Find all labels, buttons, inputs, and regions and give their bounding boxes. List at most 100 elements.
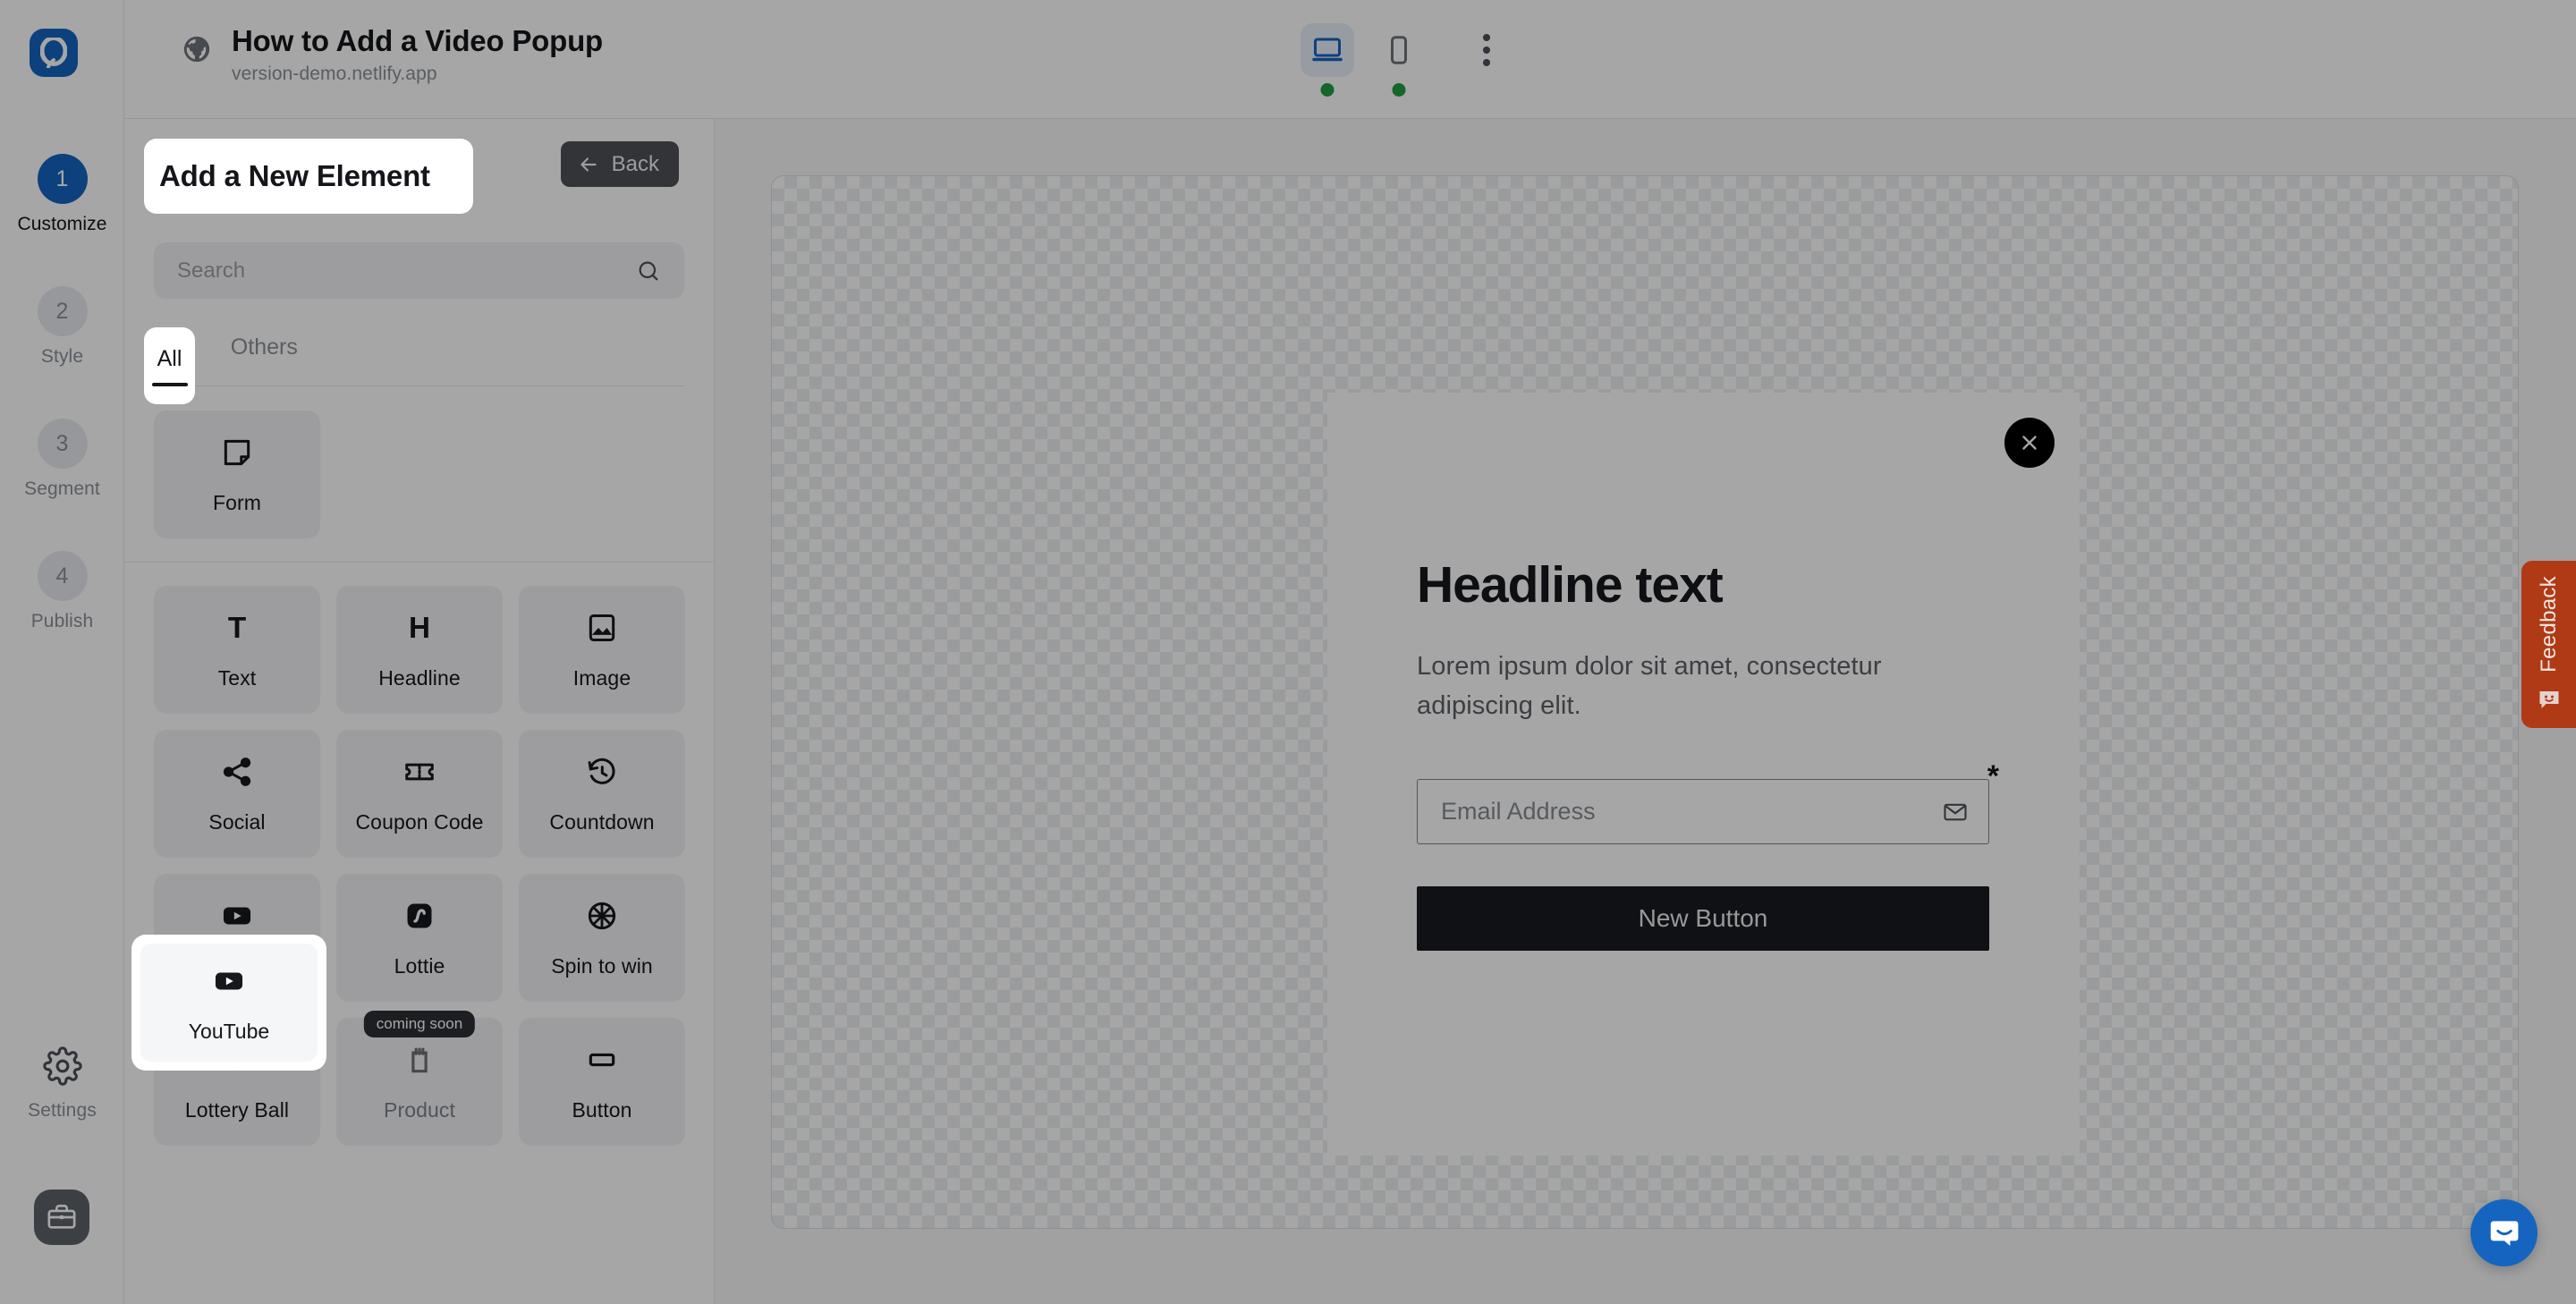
spin-wheel-icon	[585, 897, 619, 935]
popup-body-text[interactable]: Lorem ipsum dolor sit amet, consectetur …	[1417, 647, 1918, 725]
image-picture-icon	[585, 609, 619, 647]
popup-cta-button[interactable]: New Button	[1417, 886, 1989, 951]
element-label-form: Form	[212, 491, 262, 514]
step-label-segment: Segment	[24, 478, 100, 499]
briefcase-icon	[47, 1204, 76, 1229]
smiley-chat-icon	[2539, 691, 2558, 709]
lottie-icon	[402, 897, 436, 935]
email-field[interactable]	[1417, 779, 1989, 844]
kebab-menu-icon	[1483, 34, 1490, 41]
element-label-button: Button	[572, 1098, 632, 1122]
sidebar-step-segment[interactable]: 3 Segment	[0, 419, 124, 500]
envelope-icon	[1944, 803, 1967, 820]
element-cell-lottie[interactable]: Lottie	[336, 874, 503, 1002]
element-cell-spin-to-win[interactable]: Spin to win	[519, 874, 685, 1002]
element-cell-countdown[interactable]: Countdown	[519, 730, 685, 858]
element-section-all: T Text H Headline Image Social Coupon Co…	[124, 562, 715, 1146]
app-root: 1 Customize 2 Style 3 Segment 4 Publish …	[0, 0, 2576, 1304]
element-cell-product[interactable]: coming soon Product	[336, 1011, 503, 1146]
feedback-tab[interactable]: Feedback	[2521, 561, 2576, 728]
popup-close-button[interactable]	[2004, 418, 2055, 468]
text-t-icon: T	[220, 609, 254, 647]
settings-label: Settings	[28, 1100, 97, 1121]
element-label-countdown: Countdown	[549, 810, 655, 834]
top-bar: How to Add a Video Popup version-demo.ne…	[124, 0, 2576, 119]
tab-all[interactable]: All	[154, 329, 200, 378]
element-cell-text[interactable]: T Text	[154, 586, 320, 714]
step-label-customize: Customize	[17, 214, 107, 234]
svg-text:H: H	[409, 612, 430, 645]
project-url: version-demo.netlify.app	[232, 64, 437, 85]
sidebar-step-customize[interactable]: 1 Customize	[0, 154, 124, 235]
device-mobile-status-dot	[1392, 83, 1406, 97]
step-badge-3: 3	[37, 419, 88, 469]
sidebar-step-style[interactable]: 2 Style	[0, 286, 124, 368]
button-rect-icon	[585, 1041, 619, 1079]
more-options-button[interactable]	[1460, 23, 1513, 77]
mobile-phone-icon	[1391, 36, 1407, 64]
element-cell-form[interactable]: Form	[154, 411, 320, 538]
popup-modal[interactable]: Headline text Lorem ipsum dolor sit amet…	[1327, 393, 2080, 1156]
arrow-left-icon	[580, 157, 597, 172]
element-cell-social[interactable]: Social	[154, 730, 320, 858]
element-label-image: Image	[572, 666, 631, 690]
element-label-coupon-code: Coupon Code	[355, 810, 484, 834]
element-label-social: Social	[208, 810, 266, 834]
intercom-chat-button[interactable]	[2470, 1199, 2538, 1266]
app-logo[interactable]	[30, 29, 78, 77]
element-label-spin-to-win: Spin to win	[551, 954, 653, 978]
step-badge-1: 1	[37, 154, 88, 204]
element-cell-coupon-code[interactable]: Coupon Code	[336, 730, 503, 858]
step-label-style: Style	[40, 346, 84, 367]
back-button[interactable]: Back	[560, 141, 679, 187]
coming-soon-badge: coming soon	[363, 1011, 476, 1037]
youtube-play-icon	[220, 897, 254, 935]
svg-text:7: 7	[231, 1059, 235, 1069]
intercom-chat-icon	[2490, 1220, 2518, 1246]
form-note-icon	[220, 434, 254, 471]
email-input[interactable]	[1441, 798, 1942, 826]
sidebar-item-settings[interactable]: Settings	[0, 1046, 124, 1122]
search-icon[interactable]	[636, 258, 661, 284]
svg-text:T: T	[228, 612, 246, 645]
element-label-product: Product	[384, 1098, 455, 1122]
primary-rail: 1 Customize 2 Style 3 Segment 4 Publish …	[0, 0, 124, 1304]
project-info: How to Add a Video Popup version-demo.ne…	[182, 23, 603, 85]
back-button-label: Back	[611, 151, 659, 176]
element-grid-scroll[interactable]: Form T Text H Headline Image Social Coup…	[124, 389, 715, 1304]
gear-icon	[42, 1046, 82, 1090]
globe-icon	[182, 34, 212, 69]
search-input[interactable]	[177, 258, 636, 284]
element-cell-image[interactable]: Image	[519, 586, 685, 714]
tab-others[interactable]: Others	[220, 329, 309, 378]
step-label-publish: Publish	[30, 611, 94, 631]
element-cell-headline[interactable]: H Headline	[336, 586, 503, 714]
clock-history-icon	[585, 753, 619, 791]
element-cell-button[interactable]: Button	[519, 1018, 685, 1146]
ticket-coupon-icon	[402, 753, 436, 791]
sidebar-step-publish[interactable]: 4 Publish	[0, 551, 124, 632]
device-desktop-button[interactable]	[1301, 23, 1354, 97]
element-label-text: Text	[217, 666, 257, 690]
element-label-youtube: YouTube	[196, 954, 278, 978]
element-section-form: Form	[124, 389, 715, 538]
desktop-monitor-icon	[1312, 38, 1343, 62]
device-mobile-button[interactable]	[1372, 23, 1426, 97]
preview-canvas-frame[interactable]: Headline text Lorem ipsum dolor sit amet…	[771, 175, 2519, 1229]
popup-headline[interactable]: Headline text	[1417, 555, 1724, 614]
lottery-balls-icon: 8 7	[220, 1041, 254, 1079]
required-field-marker: *	[1987, 759, 1999, 793]
step-badge-4: 4	[37, 551, 88, 601]
workspace-switcher-button[interactable]	[34, 1190, 89, 1245]
element-cell-lottery-ball[interactable]: 8 7 Lottery Ball	[154, 1018, 320, 1146]
page-title: How to Add a Video Popup	[232, 24, 604, 57]
add-element-panel: Add a New Element Back All Others	[124, 119, 715, 1304]
preview-canvas-area: Headline text Lorem ipsum dolor sit amet…	[715, 119, 2576, 1304]
search-box[interactable]	[154, 242, 684, 299]
panel-title: Add a New Element	[159, 147, 430, 180]
element-category-tabs: All Others	[154, 329, 684, 386]
feedback-label: Feedback	[2536, 575, 2561, 673]
element-cell-youtube[interactable]: YouTube	[154, 874, 320, 1002]
element-label-headline: Headline	[378, 666, 461, 690]
panel-header: Add a New Element Back	[124, 119, 715, 228]
